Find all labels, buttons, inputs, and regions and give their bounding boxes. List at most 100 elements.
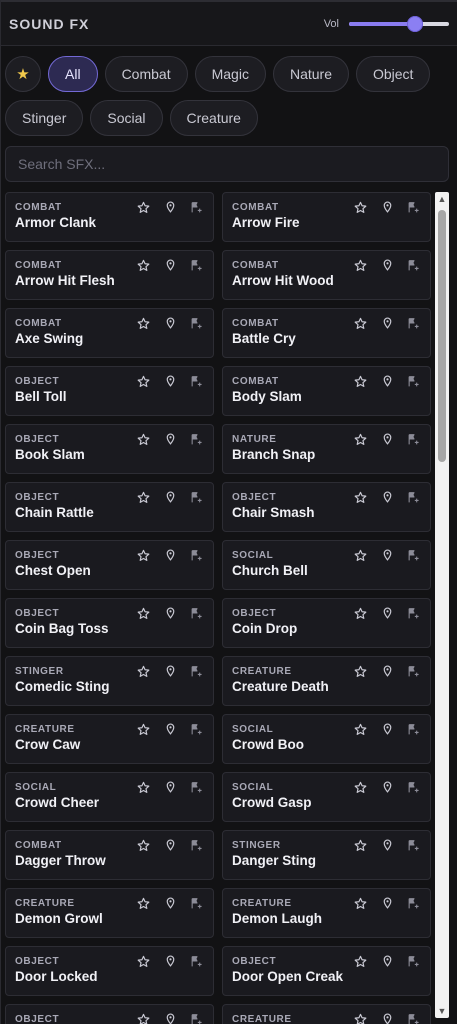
sound-card[interactable]: OBJECT Chain Rattle [5, 482, 214, 532]
pin-button[interactable] [162, 432, 178, 446]
add-to-playlist-button[interactable] [189, 316, 205, 330]
sound-card[interactable]: COMBAT Dagger Throw [5, 830, 214, 880]
pin-button[interactable] [379, 664, 395, 678]
sound-card[interactable]: CREATURE Creature Death [222, 656, 431, 706]
sound-card[interactable]: OBJECT Coin Bag Toss [5, 598, 214, 648]
pin-button[interactable] [379, 1012, 395, 1024]
filter-chip-magic[interactable]: Magic [194, 56, 266, 92]
favorite-button[interactable] [135, 548, 151, 562]
favorites-filter-button[interactable]: ★ [5, 56, 41, 92]
favorite-button[interactable] [352, 548, 368, 562]
sound-card[interactable]: COMBAT Body Slam [222, 366, 431, 416]
add-to-playlist-button[interactable] [189, 200, 205, 214]
favorite-button[interactable] [352, 780, 368, 794]
favorite-button[interactable] [135, 664, 151, 678]
sound-card[interactable]: COMBAT Arrow Fire [222, 192, 431, 242]
volume-slider-thumb[interactable] [407, 15, 423, 32]
sound-card[interactable]: CREATURE Demon Growl [5, 888, 214, 938]
sound-card[interactable]: OBJECT Coin Drop [222, 598, 431, 648]
favorite-button[interactable] [352, 838, 368, 852]
add-to-playlist-button[interactable] [189, 838, 205, 852]
sound-card[interactable]: SOCIAL Crowd Boo [222, 714, 431, 764]
pin-button[interactable] [162, 200, 178, 214]
pin-button[interactable] [379, 548, 395, 562]
sound-card[interactable]: CREATURE Crow Caw [5, 714, 214, 764]
add-to-playlist-button[interactable] [189, 1012, 205, 1024]
pin-button[interactable] [379, 432, 395, 446]
sound-card[interactable]: COMBAT Axe Swing [5, 308, 214, 358]
add-to-playlist-button[interactable] [406, 316, 422, 330]
add-to-playlist-button[interactable] [189, 258, 205, 272]
favorite-button[interactable] [135, 432, 151, 446]
add-to-playlist-button[interactable] [406, 664, 422, 678]
favorite-button[interactable] [352, 606, 368, 620]
add-to-playlist-button[interactable] [406, 954, 422, 968]
pin-button[interactable] [162, 316, 178, 330]
filter-chip-all[interactable]: All [48, 56, 98, 92]
search-input[interactable] [16, 155, 438, 173]
sound-card[interactable]: SOCIAL Crowd Gasp [222, 772, 431, 822]
filter-chip-combat[interactable]: Combat [104, 56, 188, 92]
add-to-playlist-button[interactable] [406, 548, 422, 562]
add-to-playlist-button[interactable] [189, 606, 205, 620]
sound-card[interactable]: STINGER Comedic Sting [5, 656, 214, 706]
favorite-button[interactable] [135, 722, 151, 736]
favorite-button[interactable] [135, 1012, 151, 1024]
pin-button[interactable] [379, 722, 395, 736]
favorite-button[interactable] [352, 490, 368, 504]
pin-button[interactable] [162, 374, 178, 388]
sound-card[interactable]: CREATURE Demon Laugh [222, 888, 431, 938]
sound-card[interactable]: OBJECT [5, 1004, 214, 1024]
sound-card[interactable]: SOCIAL Church Bell [222, 540, 431, 590]
pin-button[interactable] [379, 490, 395, 504]
favorite-button[interactable] [352, 316, 368, 330]
filter-chip-social[interactable]: Social [90, 100, 163, 136]
sound-card[interactable]: COMBAT Arrow Hit Flesh [5, 250, 214, 300]
add-to-playlist-button[interactable] [189, 722, 205, 736]
pin-button[interactable] [379, 200, 395, 214]
pin-button[interactable] [162, 896, 178, 910]
search-box[interactable] [5, 146, 449, 182]
favorite-button[interactable] [352, 374, 368, 388]
favorite-button[interactable] [352, 722, 368, 736]
pin-button[interactable] [162, 490, 178, 504]
add-to-playlist-button[interactable] [406, 258, 422, 272]
favorite-button[interactable] [135, 490, 151, 504]
favorite-button[interactable] [135, 316, 151, 330]
pin-button[interactable] [379, 316, 395, 330]
pin-button[interactable] [379, 374, 395, 388]
volume-slider[interactable] [349, 15, 449, 32]
favorite-button[interactable] [135, 838, 151, 852]
pin-button[interactable] [379, 780, 395, 794]
sound-card[interactable]: OBJECT Chest Open [5, 540, 214, 590]
add-to-playlist-button[interactable] [189, 664, 205, 678]
pin-button[interactable] [162, 1012, 178, 1024]
list-scrollbar[interactable]: ▲ ▼ [435, 192, 449, 1018]
pin-button[interactable] [162, 780, 178, 794]
sound-card[interactable]: OBJECT Door Open Creak [222, 946, 431, 996]
pin-button[interactable] [162, 606, 178, 620]
sound-card[interactable]: NATURE Branch Snap [222, 424, 431, 474]
add-to-playlist-button[interactable] [406, 896, 422, 910]
favorite-button[interactable] [352, 432, 368, 446]
pin-button[interactable] [162, 664, 178, 678]
add-to-playlist-button[interactable] [406, 606, 422, 620]
add-to-playlist-button[interactable] [189, 490, 205, 504]
filter-chip-object[interactable]: Object [355, 56, 431, 92]
pin-button[interactable] [379, 896, 395, 910]
pin-button[interactable] [162, 722, 178, 736]
favorite-button[interactable] [135, 896, 151, 910]
favorite-button[interactable] [352, 258, 368, 272]
add-to-playlist-button[interactable] [406, 1012, 422, 1024]
pin-button[interactable] [379, 954, 395, 968]
sound-card[interactable]: COMBAT Armor Clank [5, 192, 214, 242]
favorite-button[interactable] [352, 1012, 368, 1024]
pin-button[interactable] [379, 258, 395, 272]
add-to-playlist-button[interactable] [189, 954, 205, 968]
pin-button[interactable] [379, 838, 395, 852]
add-to-playlist-button[interactable] [189, 548, 205, 562]
pin-button[interactable] [162, 954, 178, 968]
add-to-playlist-button[interactable] [406, 722, 422, 736]
add-to-playlist-button[interactable] [406, 374, 422, 388]
filter-chip-nature[interactable]: Nature [272, 56, 349, 92]
